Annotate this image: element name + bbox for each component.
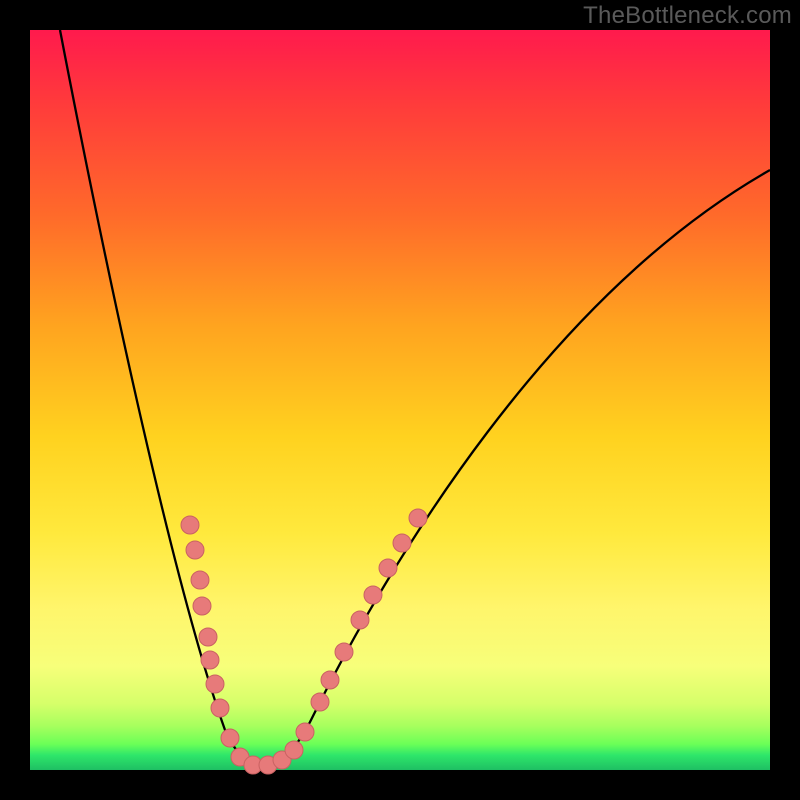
- data-marker: [201, 651, 219, 669]
- data-marker: [206, 675, 224, 693]
- data-marker: [186, 541, 204, 559]
- chart-svg: [30, 30, 770, 770]
- data-marker: [335, 643, 353, 661]
- data-marker: [285, 741, 303, 759]
- plot-area: [30, 30, 770, 770]
- data-marker: [211, 699, 229, 717]
- data-marker: [193, 597, 211, 615]
- data-marker: [393, 534, 411, 552]
- chart-frame: TheBottleneck.com: [0, 0, 800, 800]
- data-marker: [311, 693, 329, 711]
- data-marker: [181, 516, 199, 534]
- data-marker: [409, 509, 427, 527]
- bottleneck-curve: [60, 30, 770, 765]
- data-marker: [296, 723, 314, 741]
- marker-group: [181, 509, 427, 774]
- data-marker: [364, 586, 382, 604]
- data-marker: [191, 571, 209, 589]
- data-marker: [321, 671, 339, 689]
- watermark-text: TheBottleneck.com: [583, 2, 792, 30]
- data-marker: [351, 611, 369, 629]
- data-marker: [379, 559, 397, 577]
- data-marker: [199, 628, 217, 646]
- data-marker: [221, 729, 239, 747]
